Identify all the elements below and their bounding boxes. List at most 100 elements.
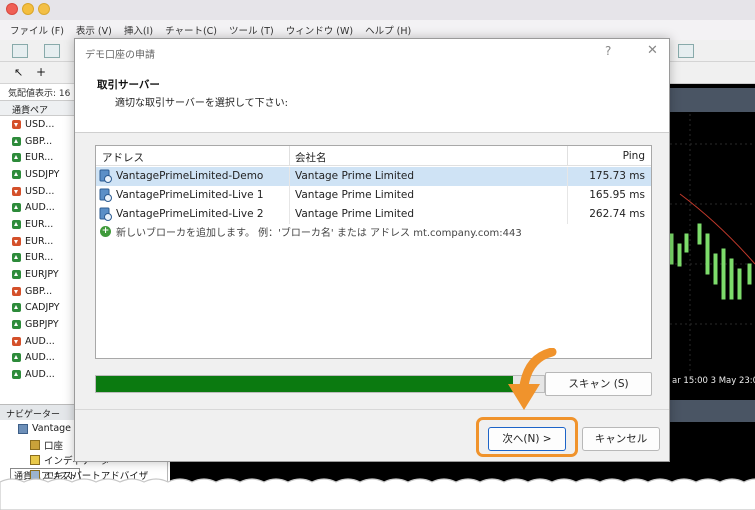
price-down-icon — [12, 119, 21, 129]
close-icon[interactable]: ✕ — [647, 43, 658, 58]
dialog-titlebar: デモ口座の申請 ? ✕ — [75, 39, 669, 65]
torn-edge-decoration — [0, 478, 755, 510]
price-down-icon — [12, 236, 21, 246]
section-heading: 取引サーバー — [97, 79, 160, 91]
column-divider — [289, 146, 290, 166]
chart-time-axis: ar 15:00 3 May 23:00 — [672, 376, 755, 386]
symbol-name: GBP... — [25, 135, 53, 147]
menu-window[interactable]: ウィンドウ (W) — [286, 23, 353, 37]
scan-progress-bar — [95, 375, 545, 393]
add-broker-row[interactable]: + 新しいブローカを追加します。 例：'ブローカ名' または アドレス mt.c… — [100, 224, 522, 239]
price-up-icon — [12, 253, 21, 263]
add-icon: + — [100, 226, 111, 237]
price-down-icon — [12, 186, 21, 196]
server-ping: 175.73 ms — [589, 170, 645, 182]
navigator-item-accounts[interactable]: 口座 — [30, 438, 63, 452]
section-subheading: 適切な取引サーバーを選択して下さい: — [115, 98, 288, 109]
price-up-icon — [12, 353, 21, 363]
price-up-icon — [12, 320, 21, 330]
app-menubar: ファイル (F) 表示 (V) 挿入(I) チャート(C) ツール (T) ウィ… — [0, 20, 755, 40]
price-up-icon — [12, 370, 21, 380]
price-up-icon — [12, 203, 21, 213]
symbol-name: GBPJPY — [25, 319, 59, 331]
menu-view[interactable]: 表示 (V) — [76, 23, 112, 37]
symbol-name: USDJPY — [25, 168, 60, 180]
window-minimize-icon[interactable] — [22, 3, 34, 15]
navigator-item-broker[interactable]: Vantage P — [18, 423, 80, 434]
column-address[interactable]: アドレス — [102, 150, 144, 165]
server-list[interactable]: アドレス 会社名 Ping VantagePrimeLimited-Demo V… — [95, 145, 652, 359]
symbol-name: EURJPY — [25, 269, 59, 281]
symbol-name: USD... — [25, 118, 55, 130]
menu-file[interactable]: ファイル (F) — [10, 23, 64, 37]
server-ping: 262.74 ms — [589, 208, 645, 220]
column-ping[interactable]: Ping — [623, 150, 645, 162]
symbol-name: AUD... — [25, 369, 55, 381]
server-icon — [99, 188, 112, 202]
cell-divider — [289, 186, 290, 205]
screenshot-frame: ファイル (F) 表示 (V) 挿入(I) チャート(C) ツール (T) ウィ… — [0, 0, 755, 510]
server-row-live1[interactable]: VantagePrimeLimited-Live 1 Vantage Prime… — [96, 186, 651, 205]
price-up-icon — [12, 153, 21, 163]
price-up-icon — [12, 169, 21, 179]
profiles-icon[interactable] — [44, 44, 60, 58]
symbol-name: EUR... — [25, 218, 54, 230]
menu-help[interactable]: ヘルプ (H) — [365, 23, 411, 37]
server-address: VantagePrimeLimited-Demo — [116, 170, 264, 182]
crosshair-icon[interactable]: + — [36, 65, 46, 79]
server-address: VantagePrimeLimited-Live 1 — [116, 189, 264, 201]
add-broker-text: 新しいブローカを追加します。 例：'ブローカ名' または アドレス mt.com… — [116, 228, 522, 239]
cell-divider — [289, 167, 290, 186]
server-ping: 165.95 ms — [589, 189, 645, 201]
symbol-name: AUD... — [25, 335, 55, 347]
price-up-icon — [12, 136, 21, 146]
price-up-icon — [12, 270, 21, 280]
price-up-icon — [12, 303, 21, 313]
chart-window-icon[interactable] — [678, 44, 694, 58]
symbol-name: AUD... — [25, 202, 55, 214]
menu-chart[interactable]: チャート(C) — [165, 23, 217, 37]
server-row-demo[interactable]: VantagePrimeLimited-Demo Vantage Prime L… — [96, 167, 651, 186]
cell-divider — [289, 205, 290, 224]
symbol-name: GBP... — [25, 285, 53, 297]
column-company[interactable]: 会社名 — [295, 150, 327, 165]
server-row-live2[interactable]: VantagePrimeLimited-Live 2 Vantage Prime… — [96, 205, 651, 224]
price-down-icon — [12, 286, 21, 296]
window-titlebar — [0, 0, 755, 20]
server-icon — [99, 169, 112, 183]
symbol-name: EUR... — [25, 152, 54, 164]
cancel-button[interactable]: キャンセル — [582, 427, 660, 451]
price-down-icon — [12, 336, 21, 346]
cursor-icon[interactable]: ↖ — [14, 66, 23, 79]
terminal-icon — [18, 423, 28, 434]
menu-insert[interactable]: 挿入(I) — [124, 23, 153, 37]
window-zoom-icon[interactable] — [38, 3, 50, 15]
next-button-highlight — [476, 417, 578, 457]
dialog-separator — [75, 409, 669, 410]
symbol-name: EUR... — [25, 235, 54, 247]
progress-fill — [96, 376, 513, 392]
dialog-header: 取引サーバー 適切な取引サーバーを選択して下さい: — [75, 65, 669, 133]
dialog-title: デモ口座の申請 — [85, 50, 155, 61]
menu-tools[interactable]: ツール (T) — [229, 23, 274, 37]
list-header: アドレス 会社名 Ping — [96, 146, 651, 166]
scan-button[interactable]: スキャン (S) — [545, 372, 652, 396]
cell-divider — [567, 186, 568, 205]
symbol-name: USD... — [25, 185, 55, 197]
server-icon — [99, 207, 112, 221]
server-company: Vantage Prime Limited — [295, 170, 415, 182]
pointer-arrow-icon — [508, 348, 557, 410]
cell-divider — [567, 205, 568, 224]
server-company: Vantage Prime Limited — [295, 208, 415, 220]
demo-account-dialog: デモ口座の申請 ? ✕ 取引サーバー 適切な取引サーバーを選択して下さい: アド… — [74, 38, 670, 462]
server-address: VantagePrimeLimited-Live 2 — [116, 208, 264, 220]
accounts-icon — [30, 440, 40, 450]
server-company: Vantage Prime Limited — [295, 189, 415, 201]
window-close-icon[interactable] — [6, 3, 18, 15]
new-chart-icon[interactable] — [12, 44, 28, 58]
symbol-name: AUD... — [25, 352, 55, 364]
indicators-icon — [30, 455, 40, 465]
symbol-name: EUR... — [25, 252, 54, 264]
help-icon[interactable]: ? — [605, 44, 611, 58]
cell-divider — [567, 167, 568, 186]
